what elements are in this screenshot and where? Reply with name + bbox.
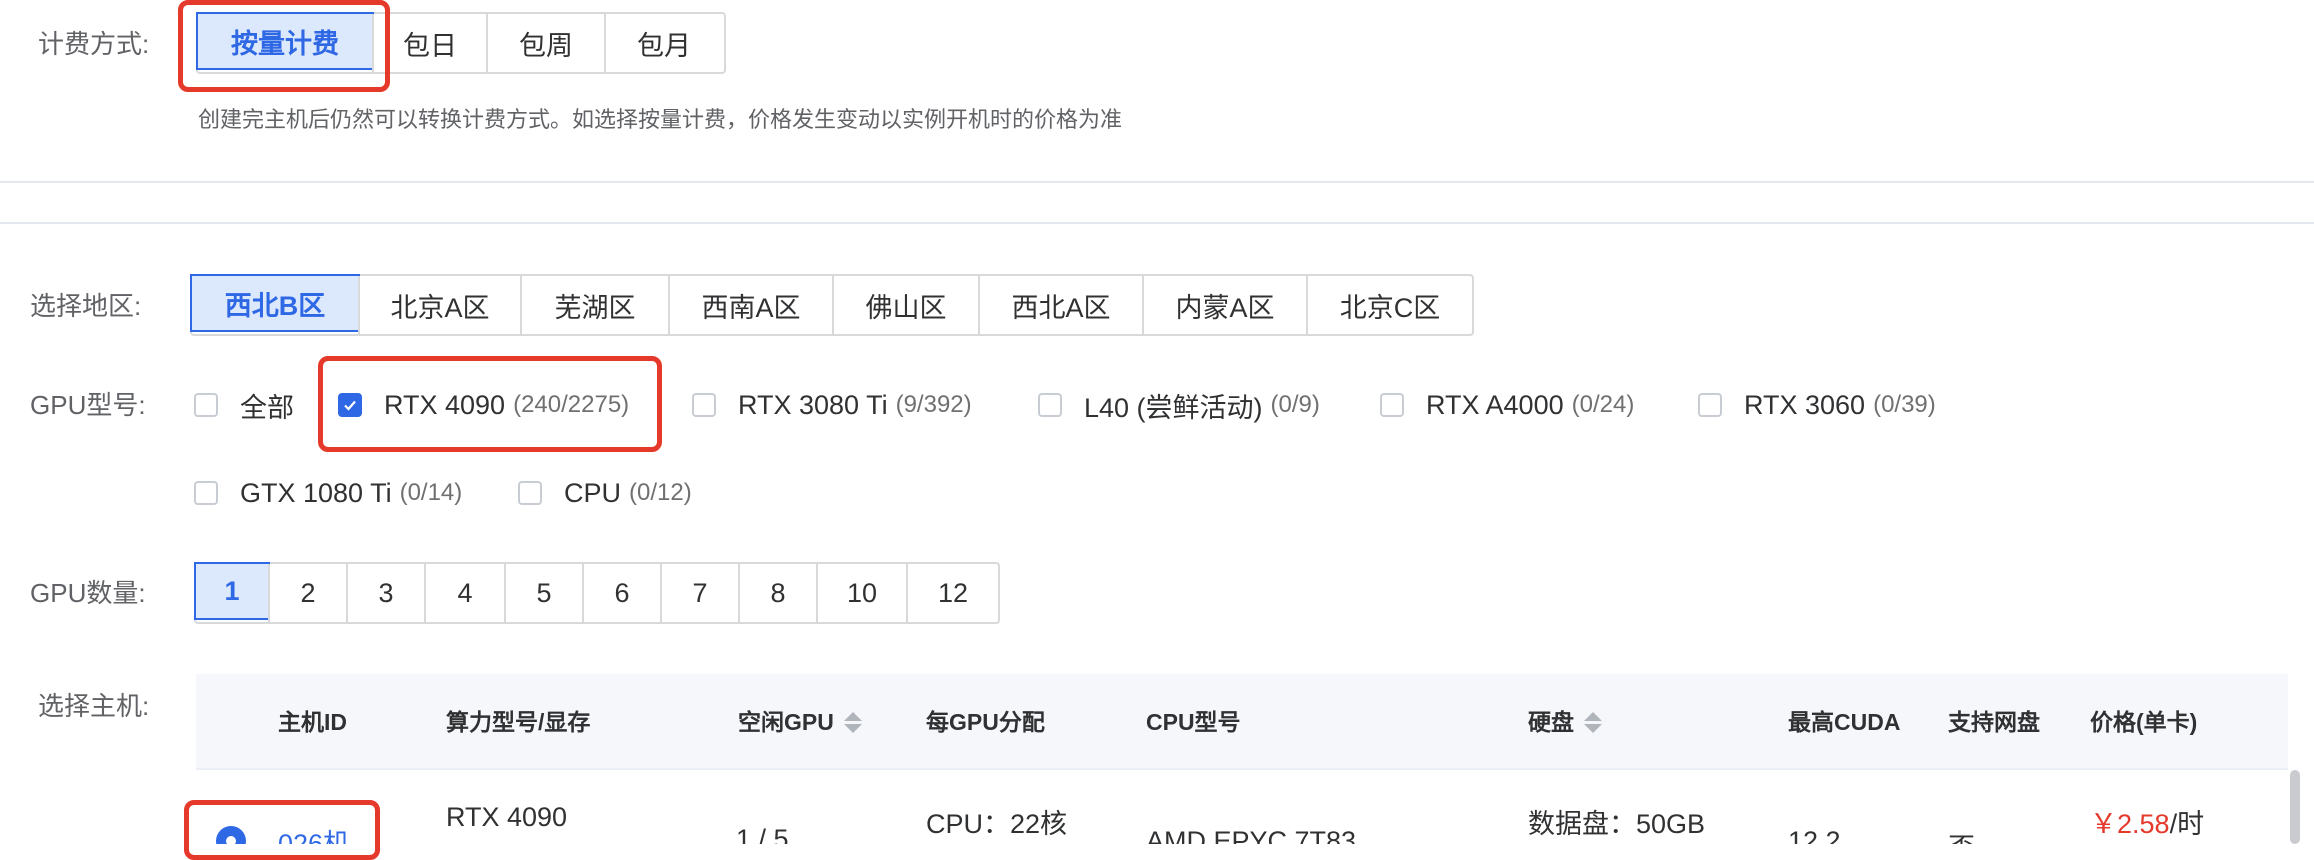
gpu-model-l40[interactable]: L40 (尝鲜活动) (0/9) (1038, 385, 1320, 425)
gpu-count-option-4[interactable]: 4 (424, 564, 504, 622)
gpu-model-rtx-4090[interactable]: RTX 4090 (240/2275) (338, 385, 629, 425)
section-divider-top (0, 181, 2314, 183)
gpu-count-option-7[interactable]: 7 (660, 564, 738, 622)
column-header-host-id: 主机ID (278, 709, 347, 735)
gpu-model-count: (0/39) (1873, 391, 1936, 418)
region-option-beijing-a[interactable]: 北京A区 (358, 276, 520, 334)
region-options: 西北B区 北京A区 芜湖区 西南A区 佛山区 西北A区 内蒙A区 北京C区 (190, 274, 1474, 336)
billing-options: 按量计费 包日 包周 包月 (196, 12, 726, 74)
checkbox-icon[interactable] (1380, 393, 1404, 417)
gpu-count-option-5[interactable]: 5 (504, 564, 582, 622)
section-divider-bottom (0, 222, 2314, 224)
sort-icon[interactable] (1584, 711, 1602, 733)
gpu-model-count: (240/2275) (513, 391, 630, 418)
gpu-model-count: (0/14) (399, 479, 463, 506)
gpu-model-gtx-1080-ti[interactable]: GTX 1080 Ti (0/14) (194, 473, 462, 513)
gpu-count-option-6[interactable]: 6 (582, 564, 660, 622)
gpu-model-name: RTX 3080 Ti (738, 389, 888, 420)
column-header-price: 价格(单卡) (2090, 709, 2198, 735)
gpu-model-rtx-a4000[interactable]: RTX A4000 (0/24) (1380, 385, 1634, 425)
gpu-model-label: GPU型号: (30, 390, 146, 420)
checkbox-icon[interactable] (194, 481, 218, 505)
gpu-model-all[interactable]: 全部 (194, 385, 294, 425)
column-header-cuda: 最高CUDA (1788, 709, 1901, 735)
price-value: ￥2.58 (2090, 809, 2170, 839)
billing-option-weekly[interactable]: 包周 (486, 14, 604, 72)
checkbox-icon[interactable] (518, 481, 542, 505)
gpu-count-option-2[interactable]: 2 (268, 564, 346, 622)
gpu-count-option-12[interactable]: 12 (906, 564, 998, 622)
gpu-model-name: L40 (尝鲜活动) (1084, 392, 1263, 423)
host-netdisk: 否 (1948, 826, 1975, 844)
column-header-netdisk: 支持网盘 (1948, 709, 2040, 735)
gpu-count-option-3[interactable]: 3 (346, 564, 424, 622)
gpu-model-cpu[interactable]: CPU (0/12) (518, 473, 692, 513)
checkbox-checked-icon[interactable] (338, 393, 362, 417)
radio-selected-icon[interactable] (216, 826, 246, 844)
host-free-gpu: 1 / 5 (736, 824, 789, 844)
column-header-cpu: CPU型号 (1146, 709, 1241, 735)
gpu-count-label: GPU数量: (30, 578, 146, 608)
gpu-model-name: RTX 4090 (384, 389, 506, 420)
checkbox-icon[interactable] (1698, 393, 1722, 417)
gpu-count-option-8[interactable]: 8 (738, 564, 816, 622)
gpu-model-rtx-3080-ti[interactable]: RTX 3080 Ti (9/392) (692, 385, 972, 425)
region-option-wuhu[interactable]: 芜湖区 (520, 276, 668, 334)
billing-label: 计费方式: (38, 29, 150, 59)
gpu-model-count: (0/12) (629, 479, 692, 506)
column-header-disk[interactable]: 硬盘 (1528, 674, 1602, 770)
billing-option-hourly[interactable]: 按量计费 (196, 12, 374, 70)
gpu-model-rtx-3060[interactable]: RTX 3060 (0/39) (1698, 385, 1936, 425)
host-cpu: AMD EPYC 7T83 (1146, 826, 1357, 844)
region-label: 选择地区: (30, 291, 142, 321)
billing-option-daily[interactable]: 包日 (372, 14, 486, 72)
gpu-model-name: CPU (564, 477, 622, 508)
host-model: RTX 4090 (446, 802, 568, 832)
checkbox-icon[interactable] (194, 393, 218, 417)
gpu-model-name: 全部 (240, 392, 294, 423)
gpu-model-count: (0/9) (1270, 391, 1320, 418)
host-cuda: 12.2 (1788, 826, 1841, 844)
checkbox-icon[interactable] (692, 393, 716, 417)
region-option-southwest-a[interactable]: 西南A区 (668, 276, 832, 334)
gpu-count-option-1[interactable]: 1 (194, 562, 270, 620)
host-id-link[interactable]: 026机 (278, 822, 350, 844)
billing-option-monthly[interactable]: 包月 (604, 14, 722, 72)
gpu-count-option-10[interactable]: 10 (816, 564, 906, 622)
gpu-model-name: GTX 1080 Ti (240, 477, 392, 508)
gpu-model-name: RTX 3060 (1744, 389, 1866, 420)
region-option-foshan[interactable]: 佛山区 (832, 276, 978, 334)
column-header-free-gpu[interactable]: 空闲GPU (738, 674, 862, 770)
host-table-header: 主机ID 算力型号/显存 空闲GPU 每GPU分配 CPU型号 硬盘 最高CUD… (196, 674, 2288, 770)
column-header-model: 算力型号/显存 (446, 709, 591, 735)
checkbox-icon[interactable] (1038, 393, 1062, 417)
gpu-model-name: RTX A4000 (1426, 389, 1564, 420)
host-price: ￥2.58/时 (2090, 802, 2204, 841)
host-label: 选择主机: (38, 691, 150, 721)
gpu-count-options: 1 2 3 4 5 6 7 8 10 12 (194, 562, 1000, 624)
host-disk: 数据盘：50GB (1528, 809, 1706, 839)
price-unit: /时 (2169, 809, 2205, 839)
sort-icon[interactable] (843, 711, 862, 733)
region-option-northwest-b[interactable]: 西北B区 (190, 274, 360, 332)
table-row[interactable]: 026机 RTX 4090 1 / 5 CPU：22核 AMD EPYC 7T8… (196, 772, 2288, 844)
host-per-gpu: CPU：22核 (926, 809, 1068, 839)
region-option-neimeng-a[interactable]: 内蒙A区 (1142, 276, 1306, 334)
region-option-northwest-a[interactable]: 西北A区 (978, 276, 1142, 334)
gpu-model-count: (9/392) (895, 391, 972, 418)
billing-hint: 创建完主机后仍然可以转换计费方式。如选择按量计费，价格发生变动以实例开机时的价格… (198, 107, 1123, 132)
table-scrollbar[interactable] (2290, 770, 2300, 844)
region-option-beijing-c[interactable]: 北京C区 (1306, 276, 1472, 334)
column-header-per-gpu: 每GPU分配 (926, 709, 1045, 735)
gpu-model-count: (0/24) (1571, 391, 1635, 418)
